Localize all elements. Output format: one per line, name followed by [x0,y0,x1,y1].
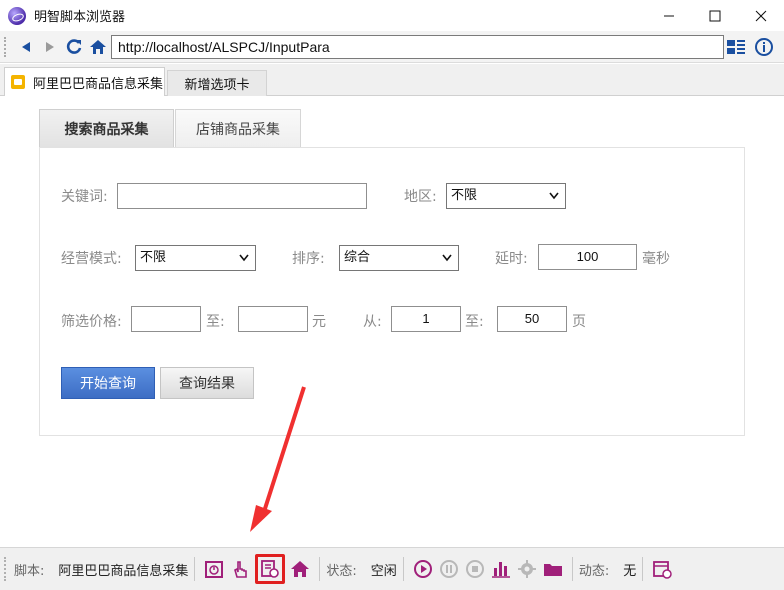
gear-icon [517,560,536,578]
tab-label: 阿里巴巴商品信息采集 [33,76,164,92]
task-schedule-button[interactable] [651,558,673,580]
price-min-input[interactable] [131,306,201,332]
price-max-input[interactable] [238,306,308,332]
state-label: 状态: [326,563,357,579]
region-select[interactable]: 不限 [446,183,566,209]
refresh-button[interactable] [62,35,86,59]
minimize-button[interactable] [646,0,692,31]
mode-label: 经营模式: [61,251,122,267]
separator [402,557,404,581]
price-unit: 元 [312,314,326,330]
script-label: 脚本: [14,563,45,579]
chevron-down-icon [549,192,559,200]
price-to-label: 至: [206,314,225,330]
address-bar-input[interactable] [111,35,724,59]
home-button[interactable] [86,35,110,59]
pause-button[interactable] [438,558,460,580]
stop-icon [465,560,484,578]
window-title: 明智脚本浏览器 [34,10,126,25]
app-logo-icon [8,6,26,25]
page-content: 搜索商品采集 店铺商品采集 关键词: 地区: 不限 经营模式: 不限 排序: 综… [0,97,784,547]
navigation-toolbar [0,31,784,63]
schedule-clock-icon [205,561,224,578]
home-icon [291,561,310,577]
schedule-button[interactable] [203,558,225,580]
page-to-input[interactable]: 50 [497,306,567,332]
statusbar-grip [4,557,8,581]
layout-icon [727,40,745,54]
state-value: 空闲 [370,563,397,579]
page-unit: 页 [572,314,586,330]
sort-select[interactable]: 综合 [339,245,459,271]
region-label: 地区: [404,189,437,205]
query-result-button[interactable]: 查询结果 [160,367,254,399]
calendar-clock-icon [653,561,672,579]
maximize-button[interactable] [692,0,738,31]
chevron-down-icon [239,254,249,262]
tab-label: 新增选项卡 [184,78,250,93]
statistics-button[interactable] [490,558,512,580]
back-arrow-icon [22,41,30,52]
delay-unit: 毫秒 [642,251,670,267]
forward-arrow-icon [46,41,54,52]
play-icon [413,560,432,578]
browser-tab-bar: 阿里巴巴商品信息采集 新增选项卡 [0,64,784,96]
page-from-label: 从: [363,314,382,330]
script-editor-button[interactable] [255,554,286,584]
script-doc-icon [261,560,280,578]
page-to-label: 至: [465,314,484,330]
separator [194,557,196,581]
dynamic-label: 动态: [578,563,610,579]
refresh-icon [66,38,82,54]
back-button[interactable] [14,35,38,59]
maximize-icon [709,10,721,21]
mode-selected-value: 不限 [140,250,167,265]
bar-chart-icon [491,562,510,578]
dynamic-value: 无 [623,563,637,579]
separator [642,557,644,581]
layout-button[interactable] [724,35,748,59]
keyword-input[interactable] [117,183,367,209]
page-from-input[interactable]: 1 [391,306,461,332]
home-icon [90,39,106,54]
delay-label: 延时: [495,251,528,267]
tab-shop-collect[interactable]: 店铺商品采集 [175,109,301,148]
mode-select[interactable]: 不限 [135,245,256,271]
price-label: 筛选价格: [61,314,122,330]
minimize-icon [664,15,674,16]
sort-label: 排序: [292,251,325,267]
pointer-button[interactable] [229,558,251,580]
close-icon [755,10,767,21]
title-bar: 明智脚本浏览器 [0,0,784,31]
script-name: 阿里巴巴商品信息采集 [58,563,189,579]
folder-button[interactable] [542,558,564,580]
chevron-down-icon [442,254,452,262]
home-script-button[interactable] [289,558,311,580]
separator [319,557,321,581]
tab-search-collect[interactable]: 搜索商品采集 [39,109,174,148]
settings-button[interactable] [516,558,538,580]
tab-new[interactable]: 新增选项卡 [167,70,267,96]
play-button[interactable] [412,558,434,580]
separator [571,557,573,581]
shop-tab-icon [11,75,25,89]
hand-pointer-icon [234,561,248,578]
status-bar: 脚本: 阿里巴巴商品信息采集 状态: 空闲 动态: 无 [0,547,784,590]
sort-selected-value: 综合 [344,250,371,265]
forward-button[interactable] [38,35,62,59]
tab-alibaba-collect[interactable]: 阿里巴巴商品信息采集 [4,67,165,96]
stop-button[interactable] [464,558,486,580]
start-query-button[interactable]: 开始查询 [61,367,155,399]
region-selected-value: 不限 [451,188,478,203]
toolbar-grip [4,36,8,57]
window-controls [646,0,784,31]
pause-icon [439,560,458,578]
info-icon [755,38,773,56]
info-button[interactable] [752,35,776,59]
toolbar-right [724,35,776,59]
close-button[interactable] [738,0,784,31]
keyword-label: 关键词: [61,189,108,205]
delay-input[interactable]: 100 [538,244,637,270]
folder-icon [543,564,562,576]
